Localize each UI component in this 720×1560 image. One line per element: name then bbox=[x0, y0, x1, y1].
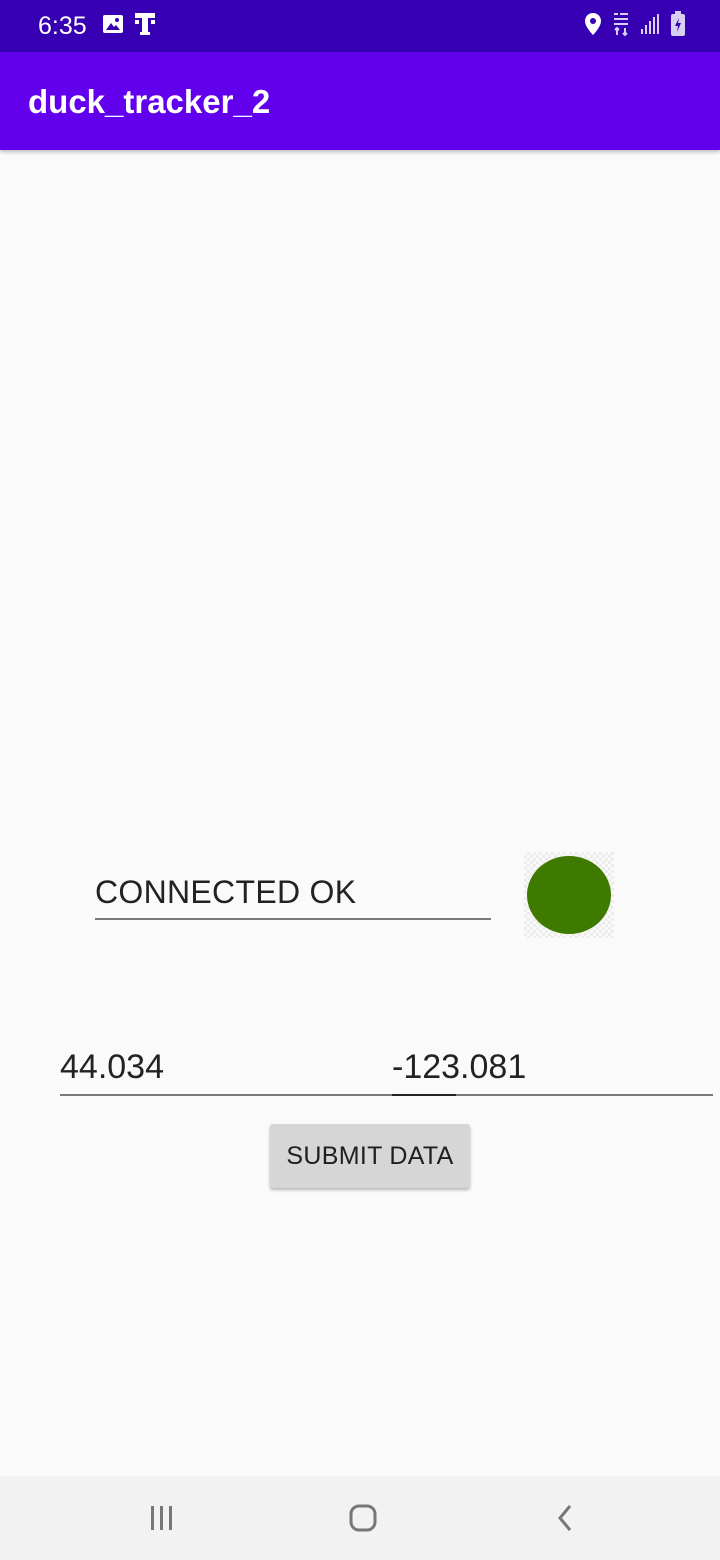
status-time: 6:35 bbox=[38, 12, 87, 40]
longitude-field[interactable]: -123.081 bbox=[392, 1044, 713, 1096]
back-button[interactable] bbox=[535, 1494, 595, 1542]
home-icon bbox=[349, 1504, 377, 1532]
t-mobile-icon bbox=[134, 11, 156, 42]
app-bar: duck_tracker_2 bbox=[0, 52, 720, 150]
battery-icon bbox=[670, 10, 686, 42]
status-bar: 6:35 bbox=[0, 0, 720, 52]
home-button[interactable] bbox=[333, 1494, 393, 1542]
recent-apps-button[interactable] bbox=[132, 1494, 192, 1542]
navigation-bar bbox=[0, 1476, 720, 1560]
status-right-icons bbox=[584, 10, 686, 42]
connection-indicator bbox=[524, 852, 614, 938]
lte-icon bbox=[612, 11, 630, 42]
image-icon bbox=[102, 14, 124, 39]
connection-status-field[interactable]: CONNECTED OK bbox=[95, 868, 491, 920]
signal-icon bbox=[640, 13, 660, 40]
back-icon bbox=[558, 1505, 572, 1531]
text-selection-underline bbox=[392, 1094, 456, 1096]
connection-indicator-dot bbox=[527, 856, 611, 934]
recent-apps-icon bbox=[151, 1506, 172, 1530]
longitude-value: -123.081 bbox=[392, 1048, 527, 1086]
latitude-value: 44.034 bbox=[60, 1048, 164, 1086]
connection-status-text: CONNECTED OK bbox=[95, 874, 357, 910]
app-title: duck_tracker_2 bbox=[28, 83, 271, 120]
location-icon bbox=[584, 12, 602, 41]
submit-data-button[interactable]: SUBMIT DATA bbox=[270, 1124, 470, 1188]
status-left-icons bbox=[102, 12, 156, 40]
latitude-field[interactable]: 44.034 bbox=[60, 1044, 392, 1096]
